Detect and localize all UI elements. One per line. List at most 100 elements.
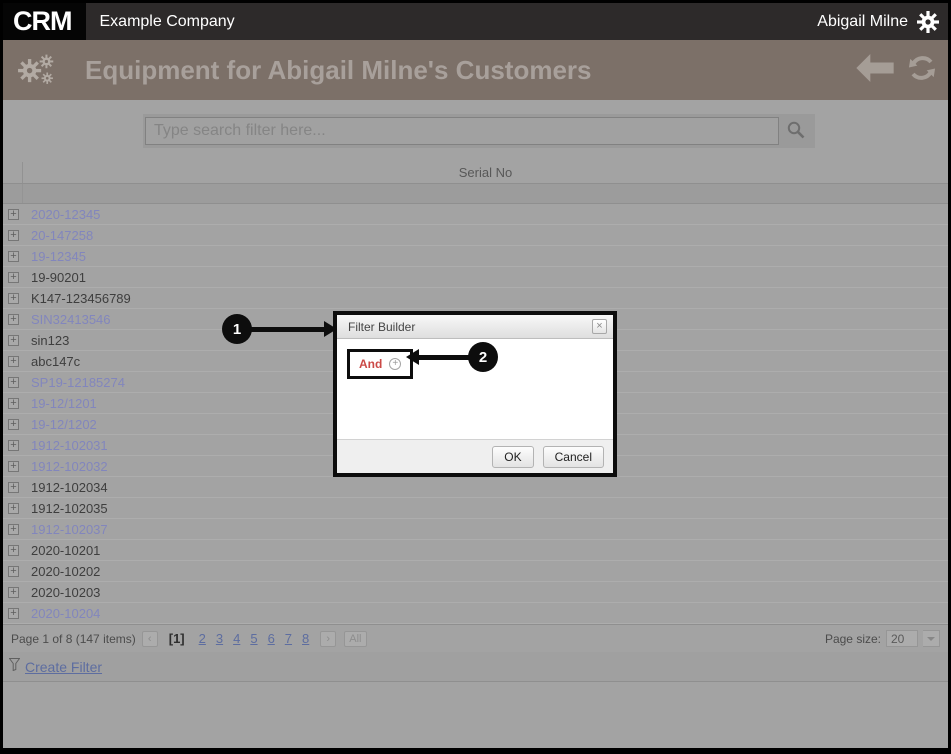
serial-cell[interactable]: 2020-12345	[31, 207, 100, 222]
expand-row-icon[interactable]	[8, 439, 19, 451]
dialog-title: Filter Builder	[348, 319, 416, 334]
add-condition-icon[interactable]	[389, 358, 402, 370]
expand-row-icon[interactable]	[8, 586, 19, 598]
pager-page-link[interactable]: 6	[268, 631, 275, 646]
expand-row-icon[interactable]	[8, 502, 19, 514]
expand-row-icon[interactable]	[8, 250, 19, 262]
dialog-title-bar[interactable]: Filter Builder ×	[337, 315, 613, 339]
serial-cell[interactable]: 1912-102037	[31, 522, 108, 537]
table-row: 2020-10203	[3, 582, 948, 603]
serial-cell[interactable]: 2020-10204	[31, 606, 100, 621]
expand-row-icon[interactable]	[8, 460, 19, 472]
create-filter-link[interactable]: Create Filter	[25, 659, 102, 675]
expand-row-icon[interactable]	[8, 292, 19, 304]
refresh-icon[interactable]	[906, 52, 938, 89]
chevron-down-icon	[927, 636, 935, 641]
page-size-dropdown-button[interactable]	[923, 630, 940, 647]
cogs-icon	[15, 50, 59, 90]
settings-gear-icon[interactable]	[916, 10, 940, 34]
back-arrow-icon[interactable]	[856, 53, 894, 87]
dialog-footer: OK Cancel	[337, 439, 613, 473]
pager-current-page: [1]	[168, 631, 185, 646]
search-button[interactable]	[779, 116, 813, 146]
page-title: Equipment for Abigail Milne's Customers	[85, 54, 592, 85]
table-row: 19-12345	[3, 246, 948, 267]
search-bar	[143, 114, 815, 148]
pager-prev-button[interactable]: ‹	[141, 630, 158, 647]
serial-cell[interactable]: 1912-102031	[31, 438, 108, 453]
expand-row-icon[interactable]	[8, 544, 19, 556]
callout-2-arrow-line	[418, 355, 470, 360]
expand-row-icon[interactable]	[8, 355, 19, 367]
serial-cell: 19-90201	[31, 269, 86, 285]
expand-row-icon[interactable]	[8, 523, 19, 535]
cancel-button[interactable]: Cancel	[542, 445, 604, 468]
serial-cell: 2020-10202	[31, 563, 101, 579]
callout-1-badge: 1	[222, 314, 252, 344]
table-row: 2020-10204	[3, 603, 948, 624]
ok-button[interactable]: OK	[492, 445, 534, 468]
pager-page-link[interactable]: 2	[199, 631, 206, 646]
pager-bar: Page 1 of 8 (147 items) ‹ [1] 2345678 › …	[3, 624, 948, 652]
pager-page-link[interactable]: 5	[250, 631, 257, 646]
table-row: 1912-102035	[3, 498, 948, 519]
expand-row-icon[interactable]	[8, 334, 19, 346]
search-icon	[786, 120, 806, 143]
filter-builder-dialog: Filter Builder × And OK Cancel	[333, 311, 617, 477]
serial-cell[interactable]: 1912-102032	[31, 459, 108, 474]
pager-pages: 2345678	[194, 631, 315, 646]
serial-cell: 2020-10201	[31, 542, 101, 558]
pager-all-button[interactable]: All	[344, 630, 367, 647]
table-row: 2020-10202	[3, 561, 948, 582]
pager-page-link[interactable]: 8	[302, 631, 309, 646]
pager-next-button[interactable]: ›	[320, 630, 337, 647]
expand-row-icon[interactable]	[8, 565, 19, 577]
serial-cell: 1912-102034	[31, 479, 108, 495]
expand-row-icon[interactable]	[8, 397, 19, 409]
close-icon[interactable]: ×	[592, 319, 607, 334]
table-row: 2020-10201	[3, 540, 948, 561]
grid-filter-row[interactable]	[3, 184, 948, 204]
serial-cell: K147-123456789	[31, 290, 131, 306]
crm-logo: CRM	[3, 3, 86, 40]
callout-2-arrow-head	[406, 349, 419, 365]
expand-column-header	[3, 162, 23, 183]
serial-cell[interactable]: SIN32413546	[31, 312, 111, 327]
page-size-value[interactable]: 20	[886, 630, 918, 647]
user-name: Abigail Milne	[817, 12, 908, 30]
expand-row-icon[interactable]	[8, 607, 19, 619]
serial-cell[interactable]: 19-12/1201	[31, 396, 97, 411]
serial-cell[interactable]: SP19-12185274	[31, 375, 125, 390]
serial-cell: sin123	[31, 332, 70, 348]
and-operator-button[interactable]: And	[359, 357, 382, 371]
pager-page-link[interactable]: 7	[285, 631, 292, 646]
expand-row-icon[interactable]	[8, 271, 19, 283]
expand-row-icon[interactable]	[8, 418, 19, 430]
serial-cell[interactable]: 19-12/1202	[31, 417, 97, 432]
grid-header-row: Serial No	[3, 162, 948, 184]
page-header: Equipment for Abigail Milne's Customers	[3, 40, 948, 100]
serial-cell: abc147c	[31, 353, 81, 369]
serial-cell: 2020-10203	[31, 584, 101, 600]
table-row: 2020-12345	[3, 204, 948, 225]
serial-cell[interactable]: 19-12345	[31, 249, 86, 264]
table-row: 19-90201	[3, 267, 948, 288]
callout-1-arrow-head	[324, 321, 337, 337]
callout-1-arrow-line	[250, 327, 326, 332]
filter-row-icon-cell	[3, 184, 23, 203]
table-row: 1912-102034	[3, 477, 948, 498]
expand-row-icon[interactable]	[8, 208, 19, 220]
and-operator-highlight-box: And	[347, 349, 414, 379]
expand-row-icon[interactable]	[8, 481, 19, 493]
company-name: Example Company	[99, 12, 235, 30]
page-size-label: Page size:	[824, 631, 881, 646]
expand-row-icon[interactable]	[8, 376, 19, 388]
pager-page-link[interactable]: 4	[233, 631, 240, 646]
serial-cell[interactable]: 20-147258	[31, 228, 93, 243]
search-input[interactable]	[145, 117, 779, 145]
expand-row-icon[interactable]	[8, 229, 19, 241]
table-row: 1912-102037	[3, 519, 948, 540]
expand-row-icon[interactable]	[8, 313, 19, 325]
column-header-serial-no[interactable]: Serial No	[23, 165, 948, 180]
pager-page-link[interactable]: 3	[216, 631, 223, 646]
